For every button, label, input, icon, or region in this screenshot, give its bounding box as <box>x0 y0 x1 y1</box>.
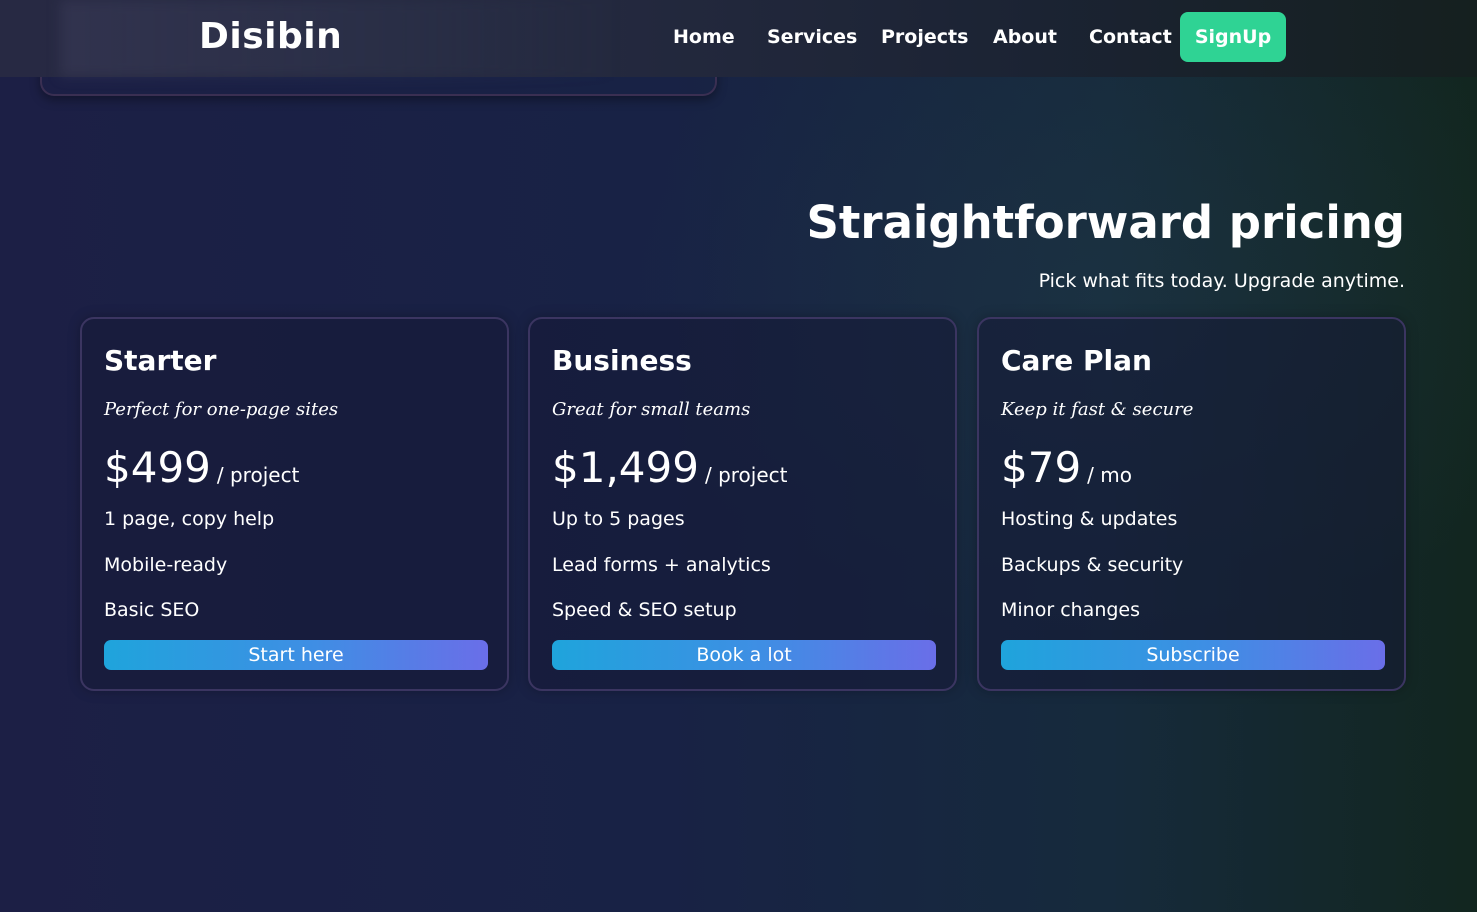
plan-name: Starter <box>104 344 217 377</box>
plan-name: Business <box>552 344 692 377</box>
plan-feature: Minor changes <box>1001 599 1141 621</box>
site-header: Disibin Home Services Projects About Con… <box>0 0 1477 77</box>
signup-button[interactable]: SignUp <box>1180 12 1286 62</box>
pricing-subtitle: Pick what fits today. Upgrade anytime. <box>1038 270 1405 292</box>
nav-about[interactable]: About <box>993 26 1057 48</box>
plan-feature: Speed & SEO setup <box>552 599 737 621</box>
pricing-title: Straightforward pricing <box>806 196 1405 249</box>
plan-tagline: Great for small teams <box>552 399 751 420</box>
plan-feature: Backups & security <box>1001 554 1184 576</box>
plan-card-starter: Starter Perfect for one-page sites $499/… <box>80 317 509 691</box>
nav-services[interactable]: Services <box>767 26 857 48</box>
plan-tagline: Perfect for one-page sites <box>104 399 339 420</box>
plan-price-row: $499/ project <box>104 443 299 492</box>
plan-name: Care Plan <box>1001 344 1152 377</box>
start-here-button[interactable]: Start here <box>104 640 488 670</box>
plan-card-care-plan: Care Plan Keep it fast & secure $79/ mo … <box>977 317 1406 691</box>
plan-feature: Hosting & updates <box>1001 508 1178 530</box>
plan-feature: Basic SEO <box>104 599 200 621</box>
plan-card-business: Business Great for small teams $1,499/ p… <box>528 317 957 691</box>
book-a-lot-button[interactable]: Book a lot <box>552 640 936 670</box>
site-logo[interactable]: Disibin <box>199 16 342 57</box>
plan-price-unit: / project <box>216 463 300 487</box>
plan-price-unit: / mo <box>1087 463 1132 487</box>
plan-price: $1,499 <box>552 443 699 492</box>
subscribe-button[interactable]: Subscribe <box>1001 640 1385 670</box>
plan-feature: Lead forms + analytics <box>552 554 771 576</box>
plan-feature: Up to 5 pages <box>552 508 685 530</box>
plan-tagline: Keep it fast & secure <box>1001 399 1194 420</box>
plan-feature: Mobile-ready <box>104 554 228 576</box>
nav-home[interactable]: Home <box>673 26 735 48</box>
plan-price-row: $79/ mo <box>1001 443 1132 492</box>
plan-feature: 1 page, copy help <box>104 508 275 530</box>
plan-price: $499 <box>104 443 211 492</box>
plan-price-row: $1,499/ project <box>552 443 787 492</box>
plan-price: $79 <box>1001 443 1082 492</box>
nav-projects[interactable]: Projects <box>881 26 968 48</box>
plan-price-unit: / project <box>704 463 788 487</box>
nav-contact[interactable]: Contact <box>1089 26 1172 48</box>
